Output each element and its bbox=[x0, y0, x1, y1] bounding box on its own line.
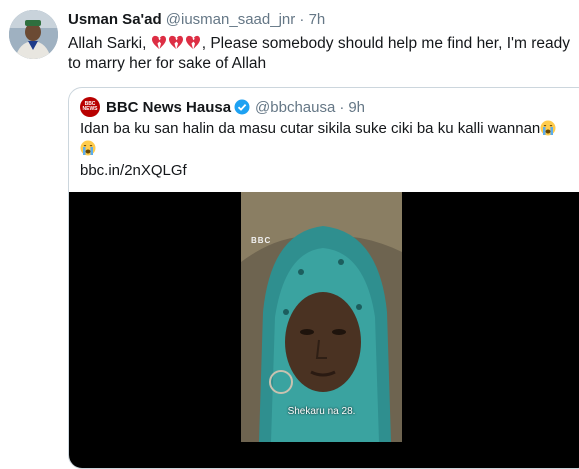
quoted-author-handle[interactable]: @bbchausa bbox=[255, 99, 335, 116]
logo-text-bottom: NEWS bbox=[82, 106, 98, 112]
crying-face-icon bbox=[80, 140, 96, 156]
tweet-text-prefix: Allah Sarki, bbox=[68, 35, 151, 52]
bbc-news-logo[interactable]: BBC NEWS bbox=[80, 97, 100, 117]
tweet-header: Usman Sa'ad @iusman_saad_jnr · 7h bbox=[68, 11, 325, 28]
video-frame[interactable]: BBC Shekaru na 28. bbox=[241, 192, 402, 442]
broken-heart-icon bbox=[185, 35, 200, 49]
author-handle[interactable]: @iusman_saad_jnr bbox=[166, 11, 295, 28]
crying-face-icon bbox=[540, 120, 556, 136]
broken-heart-icon bbox=[168, 35, 183, 49]
tweet-text: Allah Sarki, , Please somebody should he… bbox=[68, 34, 573, 74]
quoted-author-name[interactable]: BBC News Hausa bbox=[106, 99, 231, 116]
video-still-image bbox=[241, 192, 402, 442]
quoted-tweet-header: BBC NEWS BBC News Hausa @bbchausa · 9h bbox=[80, 97, 365, 117]
quoted-tweet-time[interactable]: 9h bbox=[348, 99, 365, 116]
author-name[interactable]: Usman Sa'ad bbox=[68, 11, 162, 28]
bbc-watermark: BBC bbox=[251, 236, 272, 245]
author-avatar[interactable] bbox=[9, 10, 58, 59]
video-player[interactable]: BBC Shekaru na 28. bbox=[69, 192, 579, 468]
video-caption: Shekaru na 28. bbox=[287, 406, 356, 417]
quoted-tweet-link[interactable]: bbc.in/2nXQLGf bbox=[80, 162, 187, 179]
tweet-time[interactable]: 7h bbox=[309, 11, 326, 28]
broken-heart-icon bbox=[151, 35, 166, 49]
separator-dot: · bbox=[339, 98, 345, 116]
quoted-tweet[interactable]: BBC NEWS BBC News Hausa @bbchausa · 9h I… bbox=[68, 87, 579, 469]
quoted-tweet-text: Idan ba ku san halin da masu cutar sikil… bbox=[80, 119, 579, 159]
verified-badge-icon bbox=[234, 99, 250, 115]
separator-dot: · bbox=[299, 11, 305, 28]
quoted-text-body: Idan ba ku san halin da masu cutar sikil… bbox=[80, 120, 541, 137]
